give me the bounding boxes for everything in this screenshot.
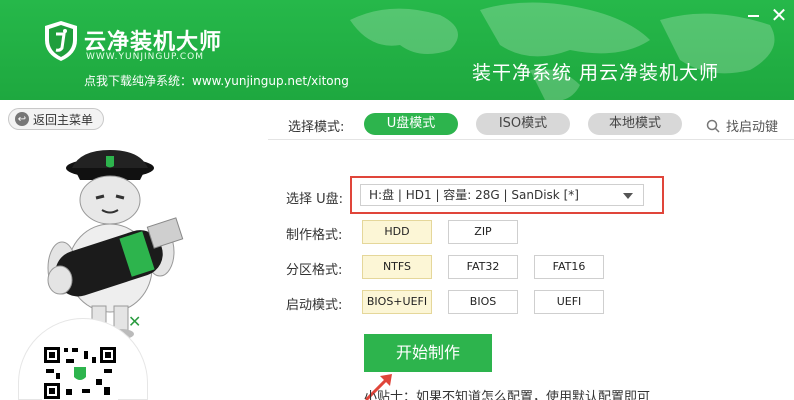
logo-shield-icon	[45, 21, 77, 61]
qr-code-icon	[42, 345, 118, 400]
boot-option-bios[interactable]: BIOS	[448, 290, 518, 314]
slogan: 装干净系统 用云净装机大师	[472, 62, 720, 84]
partition-option-fat32[interactable]: FAT32	[448, 255, 518, 279]
drive-select[interactable]: H:盘 | HD1 | 容量: 28G | SanDisk [*]	[360, 184, 644, 206]
chevron-down-icon	[623, 193, 633, 199]
tab-iso-mode[interactable]: ISO模式	[476, 113, 570, 135]
tab-usb-mode[interactable]: U盘模式	[364, 113, 458, 135]
tab-local-mode[interactable]: 本地模式	[588, 113, 682, 135]
search-icon	[706, 119, 720, 133]
world-map-graphic	[350, 2, 775, 100]
tip-text: 小贴士：如果不知道怎么配置，使用默认配置即可	[364, 390, 651, 400]
format-option-zip[interactable]: ZIP	[448, 220, 518, 244]
app-domain: WWW.YUNJINGUP.COM	[86, 52, 204, 62]
format-option-hdd[interactable]: HDD	[362, 220, 432, 244]
boot-option-uefi[interactable]: UEFI	[534, 290, 604, 314]
find-boot-key-link[interactable]: 找启动键	[706, 116, 778, 135]
partition-option-ntfs[interactable]: NTFS	[362, 255, 432, 279]
boot-option-bios-uefi[interactable]: BIOS+UEFI	[362, 290, 432, 314]
minimize-icon[interactable]	[744, 6, 762, 24]
start-button[interactable]: 开始制作	[364, 334, 492, 372]
mode-bar: 选择模式: U盘模式 ISO模式 本地模式 找启动键	[268, 108, 794, 140]
partition-label: 分区格式:	[286, 263, 343, 278]
drive-select-highlight: H:盘 | HD1 | 容量: 28G | SanDisk [*]	[350, 176, 664, 214]
download-link[interactable]: 点我下载纯净系统：www.yunjingup.net/xitong	[84, 72, 349, 89]
back-to-menu-button[interactable]: ↩ 返回主菜单	[8, 108, 104, 130]
close-icon[interactable]: ✕	[768, 4, 790, 26]
mode-label: 选择模式:	[288, 120, 345, 135]
drive-select-value: H:盘 | HD1 | 容量: 28G | SanDisk [*]	[369, 188, 579, 202]
title-bar: 云净装机大师 WWW.YUNJINGUP.COM 点我下载纯净系统：www.yu…	[0, 0, 794, 100]
find-boot-key-label: 找启动键	[726, 120, 779, 135]
back-arrow-icon: ↩	[15, 112, 29, 126]
boot-label: 启动模式:	[286, 298, 343, 313]
format-label: 制作格式:	[286, 228, 343, 243]
drive-label: 选择 U盘:	[286, 192, 344, 207]
mascot-illustration	[47, 150, 184, 339]
back-to-menu-label: 返回主菜单	[33, 112, 94, 127]
partition-option-fat16[interactable]: FAT16	[534, 255, 604, 279]
close-qr-icon[interactable]: ✕	[128, 312, 141, 331]
